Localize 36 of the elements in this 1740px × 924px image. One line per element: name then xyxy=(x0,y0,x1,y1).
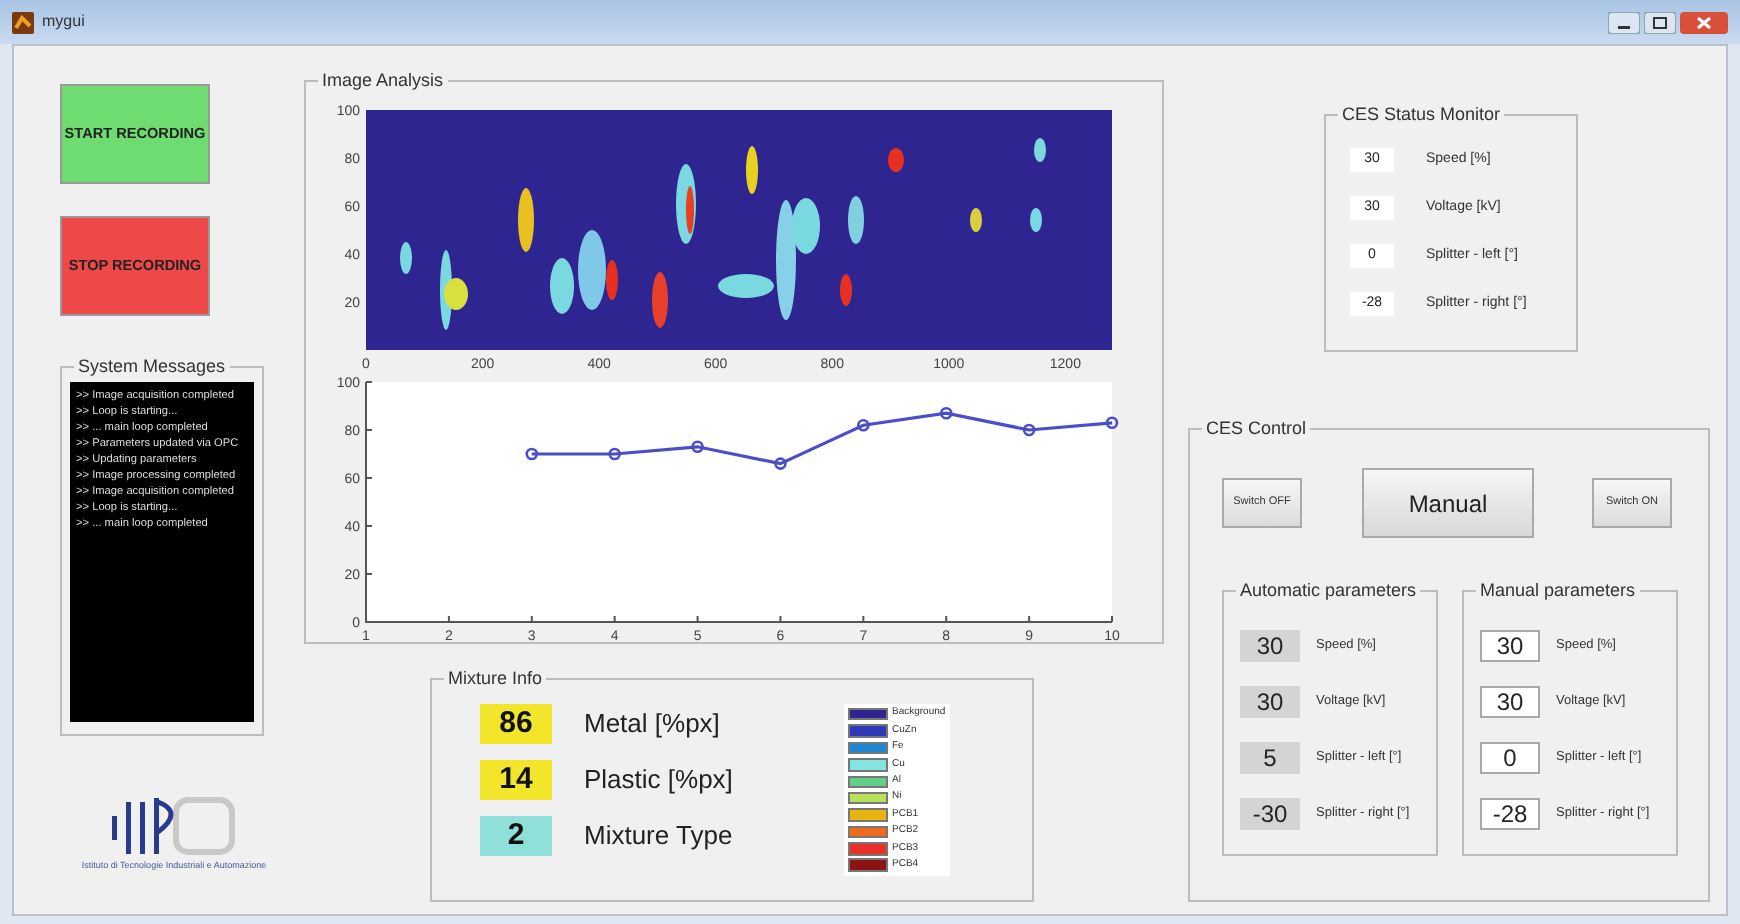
data-point xyxy=(939,406,953,420)
data-point xyxy=(608,447,621,461)
app-icon xyxy=(12,11,34,33)
parameter-input-field[interactable]: 0 xyxy=(1480,742,1540,774)
panel-title: System Messages xyxy=(74,354,230,378)
minimize-icon[interactable] xyxy=(1608,11,1640,33)
data-point xyxy=(857,418,870,432)
data-point xyxy=(774,457,787,470)
data-point xyxy=(1105,416,1119,430)
parameter-input-field[interactable]: 30 xyxy=(1480,630,1540,662)
parameter-value: 30 xyxy=(1240,630,1300,662)
panel-title: Mixture Info xyxy=(444,666,547,690)
maximize-icon[interactable] xyxy=(1644,11,1676,33)
data-point xyxy=(1022,423,1036,437)
panel-title: CES Control xyxy=(1202,416,1311,440)
parameter-value: 5 xyxy=(1240,742,1300,774)
indicator-label: Mixture Type xyxy=(584,818,733,855)
logo-icon xyxy=(108,792,240,860)
panel-title: Manual parameters xyxy=(1476,578,1640,602)
indicator-label: Metal [%px] xyxy=(584,706,720,743)
data-point xyxy=(691,440,704,454)
parameter-input-field[interactable]: 30 xyxy=(1480,686,1540,718)
parameter-value: 30 xyxy=(1240,686,1300,718)
data-point xyxy=(525,447,539,461)
indicator-label: Plastic [%px] xyxy=(584,762,733,799)
value-indicator: 2 xyxy=(480,816,552,856)
value-indicator: 86 xyxy=(480,704,552,744)
parameter-input-field[interactable]: -28 xyxy=(1480,798,1540,830)
panel-title: Automatic parameters xyxy=(1236,578,1421,602)
manual-mode-button[interactable]: Manual xyxy=(1362,468,1534,538)
panel-title: Image Analysis xyxy=(318,68,448,92)
panel-title: CES Status Monitor xyxy=(1338,102,1505,126)
parameter-value: -30 xyxy=(1240,798,1300,830)
value-indicator: 14 xyxy=(480,760,552,800)
window-title: mygui xyxy=(42,10,85,34)
close-icon[interactable] xyxy=(1680,11,1728,33)
